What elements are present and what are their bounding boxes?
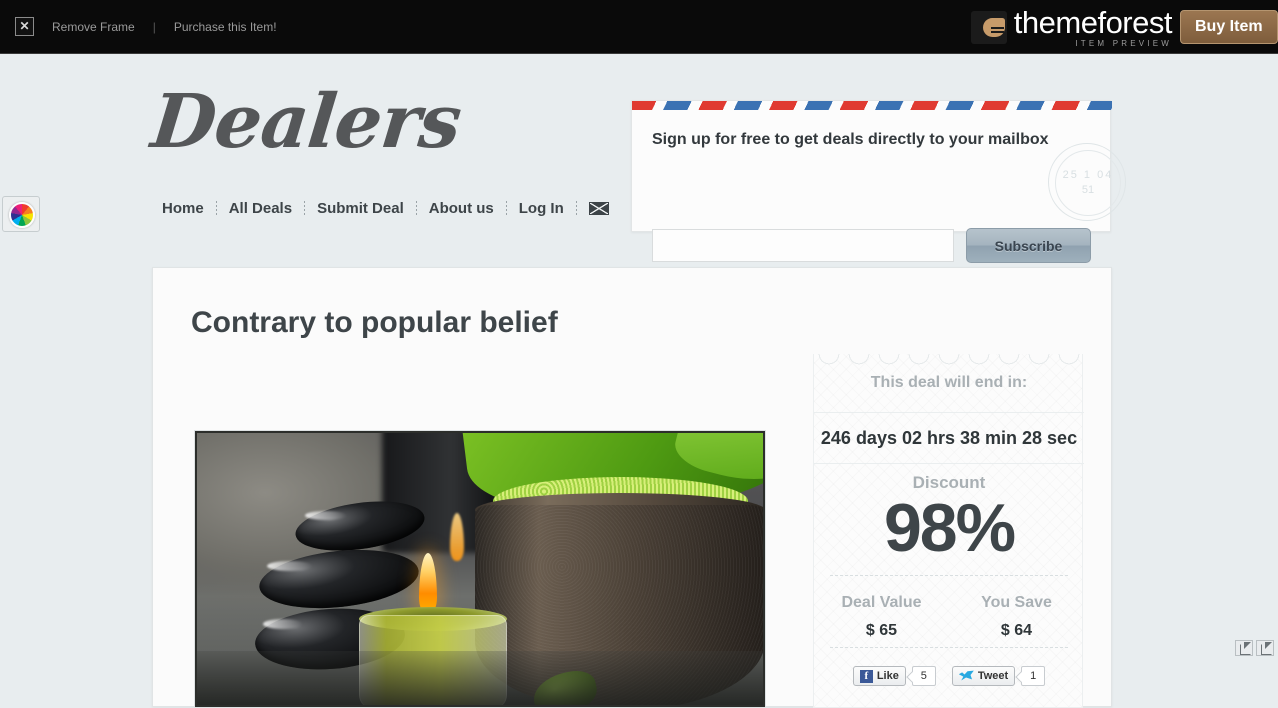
you-save-label: You Save	[949, 594, 1084, 612]
nav-item-home[interactable]: Home	[162, 200, 204, 217]
you-save-stat: You Save $ 64	[949, 594, 1084, 640]
nav-item-log-in[interactable]: Log In	[519, 200, 564, 217]
color-scheme-switcher-button[interactable]	[2, 196, 40, 232]
social-share-row: f Like 5 Tweet 1	[814, 666, 1084, 686]
deal-image[interactable]	[194, 430, 766, 708]
dashed-divider	[830, 647, 1068, 648]
facebook-like-count: 5	[912, 666, 936, 686]
nav-item-all-deals[interactable]: All Deals	[229, 200, 292, 217]
facebook-icon: f	[860, 670, 873, 683]
deal-content-card: Contrary to popular belief	[152, 267, 1112, 707]
color-wheel-icon	[9, 202, 35, 228]
subscribe-button[interactable]: Subscribe	[966, 228, 1091, 263]
main-navigation: Home All Deals Submit Deal About us Log …	[162, 200, 609, 217]
themeforest-brand-area: themeforest ITEM PREVIEW Buy Item	[971, 0, 1278, 54]
buy-item-button[interactable]: Buy Item	[1180, 10, 1278, 44]
themeforest-preview-bar: ✕ Remove Frame | Purchase this Item! the…	[0, 0, 1278, 54]
you-save-amount: $ 64	[949, 622, 1084, 640]
close-icon[interactable]: ✕	[15, 17, 34, 36]
twitter-tweet-button[interactable]: Tweet	[952, 666, 1015, 686]
remove-frame-link[interactable]: Remove Frame	[52, 20, 135, 34]
site-logo[interactable]: Dealers	[148, 85, 464, 159]
nav-separator	[506, 201, 507, 217]
twitter-tweet-widget[interactable]: Tweet 1	[952, 666, 1045, 686]
deal-image-inner	[197, 433, 763, 705]
countdown-timer: 246 days 02 hrs 38 min 28 sec	[814, 428, 1084, 449]
photo-stone-highlight	[305, 511, 347, 520]
newsletter-email-input[interactable]	[652, 229, 954, 262]
nav-separator	[416, 201, 417, 217]
nav-item-about-us[interactable]: About us	[429, 200, 494, 217]
themeforest-logo-icon	[971, 11, 1007, 44]
nav-separator	[304, 201, 305, 217]
twitter-bird-icon	[959, 670, 974, 682]
envelope-icon[interactable]	[589, 202, 609, 215]
facebook-like-label: Like	[877, 670, 899, 682]
panel-divider	[814, 412, 1084, 413]
twitter-tweet-label: Tweet	[978, 670, 1008, 682]
deal-stats-row: Deal Value $ 65 You Save $ 64	[814, 594, 1084, 640]
facebook-like-button[interactable]: f Like	[853, 666, 906, 686]
newsletter-signup-panel: Sign up for free to get deals directly t…	[631, 100, 1111, 232]
themeforest-wordmark-group: themeforest ITEM PREVIEW	[1014, 7, 1172, 48]
page-title: Contrary to popular belief	[191, 306, 558, 340]
themeforest-wordmark: themeforest	[1014, 7, 1172, 38]
scallop-edge-outline	[814, 354, 1084, 365]
purchase-item-link[interactable]: Purchase this Item!	[174, 20, 277, 34]
photo-table-surface	[197, 651, 763, 705]
themeforest-subtitle: ITEM PREVIEW	[1014, 39, 1172, 48]
panel-divider	[814, 463, 1084, 464]
airmail-stripe-decoration	[632, 101, 1112, 110]
newsletter-title: Sign up for free to get deals directly t…	[652, 131, 1049, 149]
nav-separator	[216, 201, 217, 217]
twitter-tweet-count: 1	[1021, 666, 1045, 686]
deal-value-stat: Deal Value $ 65	[814, 594, 949, 640]
discount-value: 98%	[814, 494, 1084, 562]
deal-value-amount: $ 65	[814, 622, 949, 640]
topbar-separator: |	[153, 20, 156, 34]
deal-end-label: This deal will end in:	[814, 374, 1084, 392]
nav-separator	[576, 201, 577, 217]
dashed-divider	[830, 575, 1068, 576]
photo-stone-highlight	[263, 619, 303, 629]
deal-summary-panel: This deal will end in: 246 days 02 hrs 3…	[813, 354, 1083, 708]
nav-item-submit-deal[interactable]: Submit Deal	[317, 200, 404, 217]
deal-value-label: Deal Value	[814, 594, 949, 612]
share-expand-icon[interactable]	[1256, 640, 1274, 656]
photo-stone-highlight	[267, 561, 313, 571]
page-body: Dealers Home All Deals Submit Deal About…	[0, 55, 1278, 662]
facebook-like-widget[interactable]: f Like 5	[853, 666, 936, 686]
share-expand-icon[interactable]	[1235, 640, 1253, 656]
corner-share-icons	[1235, 640, 1274, 656]
